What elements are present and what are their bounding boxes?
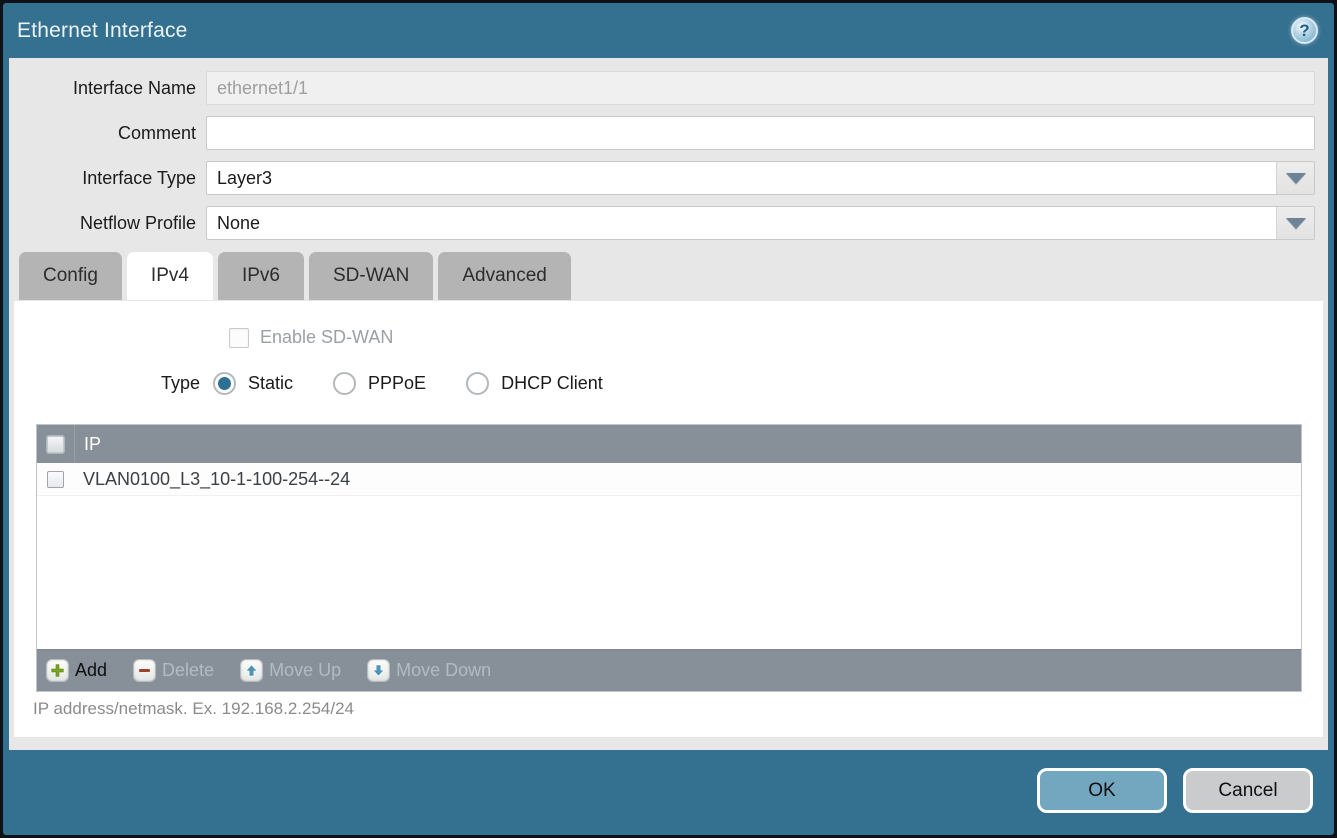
comment-row: Comment bbox=[9, 116, 1315, 150]
interface-type-label: Interface Type bbox=[9, 168, 206, 189]
delete-button: Delete bbox=[134, 660, 214, 681]
interface-type-value: Layer3 bbox=[207, 162, 1276, 194]
radio-dhcp-client-circle[interactable] bbox=[466, 372, 489, 395]
tab-config[interactable]: Config bbox=[19, 252, 122, 300]
row-checkbox[interactable] bbox=[47, 471, 64, 488]
ipv4-panel: Enable SD-WAN Type Static PPPoE DHCP Cli… bbox=[14, 301, 1323, 737]
enable-sdwan-row: Enable SD-WAN bbox=[229, 327, 393, 348]
netflow-profile-dropdown[interactable]: None bbox=[206, 206, 1315, 240]
radio-static-circle[interactable] bbox=[213, 372, 236, 395]
interface-name-row: Interface Name bbox=[9, 71, 1315, 105]
ip-column-header: IP bbox=[75, 434, 101, 455]
ok-button[interactable]: OK bbox=[1037, 768, 1167, 813]
cancel-button[interactable]: Cancel bbox=[1183, 768, 1313, 813]
netflow-profile-row: Netflow Profile None bbox=[9, 206, 1315, 240]
arrow-up-icon bbox=[241, 660, 262, 681]
plus-icon bbox=[47, 660, 68, 681]
move-down-button: Move Down bbox=[368, 660, 491, 681]
dialog-title: Ethernet Interface bbox=[17, 19, 188, 43]
table-toolbar: Add Delete Move Up bbox=[37, 649, 1301, 691]
type-label: Type bbox=[14, 373, 213, 394]
move-up-button: Move Up bbox=[241, 660, 341, 681]
interface-type-row: Interface Type Layer3 bbox=[9, 161, 1315, 195]
title-bar: Ethernet Interface ? bbox=[3, 3, 1334, 58]
type-row: Type Static PPPoE DHCP Client bbox=[14, 371, 643, 395]
tab-bar: Config IPv4 IPv6 SD-WAN Advanced bbox=[19, 252, 1328, 300]
move-up-button-label: Move Up bbox=[269, 660, 341, 681]
chevron-down-icon bbox=[1286, 173, 1306, 184]
radio-dhcp-client[interactable]: DHCP Client bbox=[466, 372, 603, 395]
header-checkbox-cell bbox=[37, 425, 74, 463]
radio-pppoe-label: PPPoE bbox=[368, 373, 426, 394]
add-button-label: Add bbox=[75, 660, 107, 681]
minus-icon bbox=[134, 660, 155, 681]
radio-pppoe-circle[interactable] bbox=[333, 372, 356, 395]
chevron-down-icon bbox=[1286, 218, 1306, 229]
radio-selected-dot bbox=[218, 377, 231, 390]
radio-pppoe[interactable]: PPPoE bbox=[333, 372, 426, 395]
ip-table-body: VLAN0100_L3_10-1-100-254--24 bbox=[37, 463, 1301, 649]
interface-type-dropdown-button[interactable] bbox=[1276, 162, 1314, 194]
dialog-frame: Ethernet Interface ? Interface Name Comm… bbox=[3, 3, 1334, 835]
interface-name-label: Interface Name bbox=[9, 78, 206, 99]
row-checkbox-cell bbox=[37, 463, 74, 495]
arrow-down-icon bbox=[368, 660, 389, 681]
select-all-checkbox[interactable] bbox=[47, 436, 64, 453]
delete-button-label: Delete bbox=[162, 660, 214, 681]
move-down-button-label: Move Down bbox=[396, 660, 491, 681]
tab-advanced[interactable]: Advanced bbox=[438, 252, 571, 300]
radio-static[interactable]: Static bbox=[213, 372, 293, 395]
ip-table: IP VLAN0100_L3_10-1-100-254--24 bbox=[36, 424, 1302, 692]
radio-dhcp-client-label: DHCP Client bbox=[501, 373, 603, 394]
ip-format-hint: IP address/netmask. Ex. 192.168.2.254/24 bbox=[33, 699, 354, 719]
enable-sdwan-checkbox bbox=[229, 328, 249, 348]
netflow-profile-value: None bbox=[207, 207, 1276, 239]
dialog-body: Interface Name Comment Interface Type La… bbox=[9, 58, 1328, 750]
add-button[interactable]: Add bbox=[47, 660, 107, 681]
tab-sdwan[interactable]: SD-WAN bbox=[309, 252, 433, 300]
tab-ipv6[interactable]: IPv6 bbox=[218, 252, 304, 300]
radio-static-label: Static bbox=[248, 373, 293, 394]
netflow-profile-label: Netflow Profile bbox=[9, 213, 206, 234]
netflow-profile-dropdown-button[interactable] bbox=[1276, 207, 1314, 239]
comment-label: Comment bbox=[9, 123, 206, 144]
table-row[interactable]: VLAN0100_L3_10-1-100-254--24 bbox=[37, 463, 1301, 496]
help-icon[interactable]: ? bbox=[1291, 17, 1318, 44]
interface-name-input bbox=[206, 71, 1315, 105]
tab-ipv4[interactable]: IPv4 bbox=[127, 252, 213, 300]
comment-input[interactable] bbox=[206, 116, 1315, 150]
ip-table-header: IP bbox=[37, 425, 1301, 463]
row-ip-value: VLAN0100_L3_10-1-100-254--24 bbox=[74, 469, 350, 490]
enable-sdwan-label: Enable SD-WAN bbox=[260, 327, 393, 348]
interface-type-dropdown[interactable]: Layer3 bbox=[206, 161, 1315, 195]
